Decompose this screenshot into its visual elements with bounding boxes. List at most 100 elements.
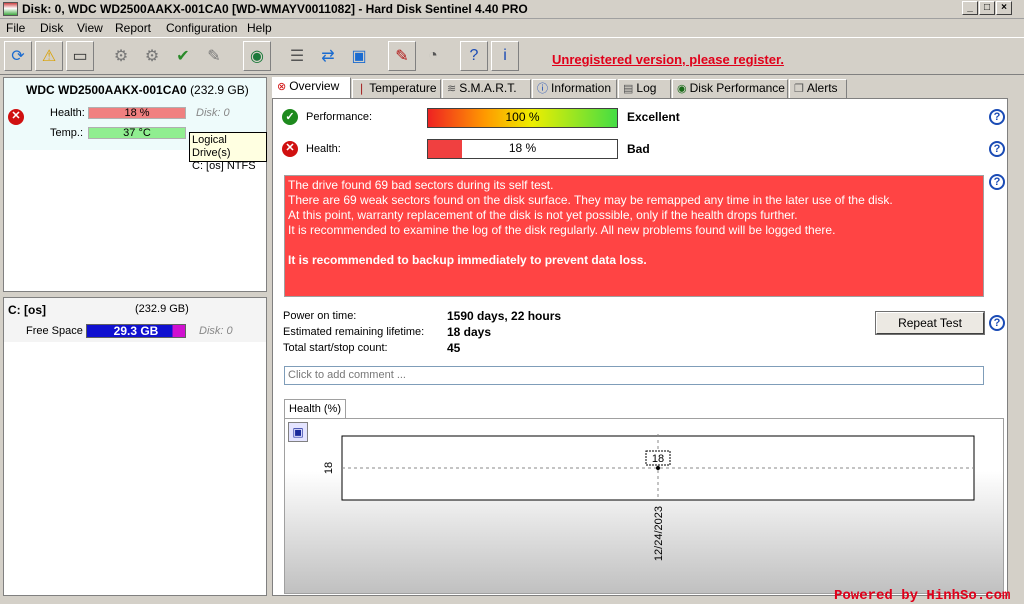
sync-icon[interactable]: ⇄ [314, 41, 342, 71]
performance-label: Performance: [306, 111, 373, 123]
menu-view[interactable]: View [77, 21, 103, 35]
log-icon: ▤ [623, 83, 634, 95]
help-icon[interactable]: ? [460, 41, 488, 71]
message-line: There are 69 weak sectors found on the d… [288, 193, 893, 207]
close-button[interactable]: × [996, 1, 1012, 15]
menu-file[interactable]: File [6, 21, 25, 35]
lifetime-value: 18 days [447, 325, 492, 339]
tab-disk-performance[interactable]: ◉ Disk Performance [672, 79, 788, 98]
menu-bar: File Disk View Report Configuration Help [0, 19, 1024, 37]
tab-temperature[interactable]: ❘ Temperature [352, 79, 441, 98]
help-icon[interactable]: ? [989, 174, 1005, 190]
tab-label: Temperature [369, 81, 437, 95]
app-icon [3, 2, 18, 16]
volume-disk-label: Disk: 0 [199, 325, 233, 337]
free-space-bar: 29.3 GB [86, 324, 186, 338]
verify-icon[interactable]: ✔ [169, 41, 197, 71]
disk-size: (232.9 GB) [190, 83, 249, 97]
tab-label: Log [636, 81, 657, 95]
volume-panel: C: [os] (232.9 GB) Free Space 29.3 GB Di… [3, 297, 267, 596]
volume-size: (232.9 GB) [135, 303, 189, 315]
menu-help[interactable]: Help [247, 21, 272, 35]
tab-alerts[interactable]: ❐ Alerts [789, 79, 847, 98]
report-icon[interactable]: ☰ [283, 41, 311, 71]
help-icon[interactable]: ? [989, 315, 1005, 331]
power-on-value: 1590 days, 22 hours [447, 309, 562, 323]
volume-entry[interactable]: C: [os] (232.9 GB) Free Space 29.3 GB Di… [4, 298, 266, 342]
surface-test-icon[interactable]: ⚙ [138, 41, 166, 71]
performance-rating: Excellent [627, 110, 680, 124]
minimize-button[interactable]: _ [962, 1, 978, 15]
health-chart: ▣ 18 18 12/24/2023 [284, 418, 1004, 594]
tab-smart[interactable]: ≋ S.M.A.R.T. [442, 79, 531, 98]
info-icon: ⓘ [537, 83, 548, 95]
data-label: 18 [652, 453, 664, 465]
startstop-value: 45 [447, 341, 461, 355]
menu-disk[interactable]: Disk [40, 21, 63, 35]
tab-overview[interactable]: ⊗ Overview [272, 77, 351, 99]
disk-drive-icon[interactable]: ▭ [66, 41, 94, 71]
critical-icon: ✕ [282, 141, 298, 157]
window-title: Disk: 0, WDC WD2500AAKX-001CA0 [WD-WMAYV… [22, 2, 528, 16]
health-label: Health: [306, 143, 341, 155]
disk-panel: WDC WD2500AAKX-001CA0 (232.9 GB) ✕ Healt… [3, 77, 267, 292]
message-line: At this point, warranty replacement of t… [288, 208, 798, 222]
x-tick-label: 12/24/2023 [653, 506, 665, 561]
disk-header: WDC WD2500AAKX-001CA0 (232.9 GB) [26, 83, 249, 97]
tooltip: Logical Drive(s) C: [os] NTFS [189, 132, 267, 172]
repair-icon[interactable]: ✎ [200, 41, 228, 71]
power-on-label: Power on time: [283, 310, 357, 322]
message-line: It is recommended to examine the log of … [288, 223, 836, 237]
network-icon[interactable]: ▣ [345, 41, 373, 71]
volume-name: C: [os] [8, 303, 46, 317]
tab-label: Overview [289, 79, 340, 93]
info-icon[interactable]: i [491, 41, 519, 71]
toolbar: ⟳ ⚠ ▭ ⚙ ⚙ ✔ ✎ ◉ ☰ ⇄ ▣ ✎ ◔ ? i Unregister… [0, 37, 1024, 75]
chart-tab-health[interactable]: Health (%) [284, 399, 346, 419]
globe-icon[interactable]: ◉ [243, 41, 271, 71]
tab-label: Disk Performance [689, 81, 785, 95]
warning-icon[interactable]: ⚠ [35, 41, 63, 71]
alerts-icon: ❐ [794, 83, 804, 95]
temp-label: Temp.: [50, 127, 84, 139]
smart-icon: ≋ [447, 83, 457, 95]
startstop-label: Total start/stop count: [283, 342, 388, 354]
temp-bar: 37 °C [88, 127, 186, 139]
sound-icon[interactable]: ◔ [419, 41, 447, 71]
help-icon[interactable]: ? [989, 109, 1005, 125]
message-line: The drive found 69 bad sectors during it… [288, 178, 554, 192]
tab-information[interactable]: ⓘ Information [532, 79, 617, 98]
health-bar: 18 % [88, 107, 186, 119]
health-disk-label: Disk: 0 [196, 107, 230, 119]
tab-label: Information [551, 81, 612, 95]
repeat-test-button[interactable]: Repeat Test [875, 311, 985, 335]
menu-report[interactable]: Report [115, 21, 151, 35]
thermometer-icon: ❘ [357, 83, 367, 95]
menu-configuration[interactable]: Configuration [166, 21, 237, 35]
critical-icon: ✕ [8, 109, 24, 125]
free-space-label: Free Space [26, 325, 83, 337]
maximize-button[interactable]: □ [979, 1, 995, 15]
overview-panel: ✓ Performance: 100 % Excellent ? ✕ Healt… [272, 98, 1008, 596]
powered-by: Powered by HinhSo.com [834, 588, 1011, 604]
unregistered-link[interactable]: Unregistered version, please register. [552, 52, 784, 67]
comment-input[interactable]: Click to add comment ... [284, 366, 984, 385]
help-icon[interactable]: ? [989, 141, 1005, 157]
lifetime-label: Estimated remaining lifetime: [283, 326, 425, 338]
health-label: Health: [50, 107, 85, 119]
refresh-icon[interactable]: ⟳ [4, 41, 32, 71]
chart-svg: 18 18 12/24/2023 [323, 434, 975, 561]
health-rating: Bad [627, 142, 650, 156]
tooltip-line2: C: [os] NTFS [192, 160, 256, 172]
tab-label: S.M.A.R.T. [459, 81, 517, 95]
gauge-icon: ◉ [677, 83, 687, 95]
data-point [656, 466, 660, 470]
critical-icon: ⊗ [277, 81, 287, 93]
performance-bar: 100 % [427, 108, 618, 128]
tab-log[interactable]: ▤ Log [618, 79, 671, 98]
title-bar: Disk: 0, WDC WD2500AAKX-001CA0 [WD-WMAYV… [0, 0, 1024, 19]
health-message-box: The drive found 69 bad sectors during it… [284, 175, 984, 297]
test-icon[interactable]: ⚙ [107, 41, 135, 71]
tab-label: Alerts [806, 81, 838, 95]
alert-config-icon[interactable]: ✎ [388, 41, 416, 71]
